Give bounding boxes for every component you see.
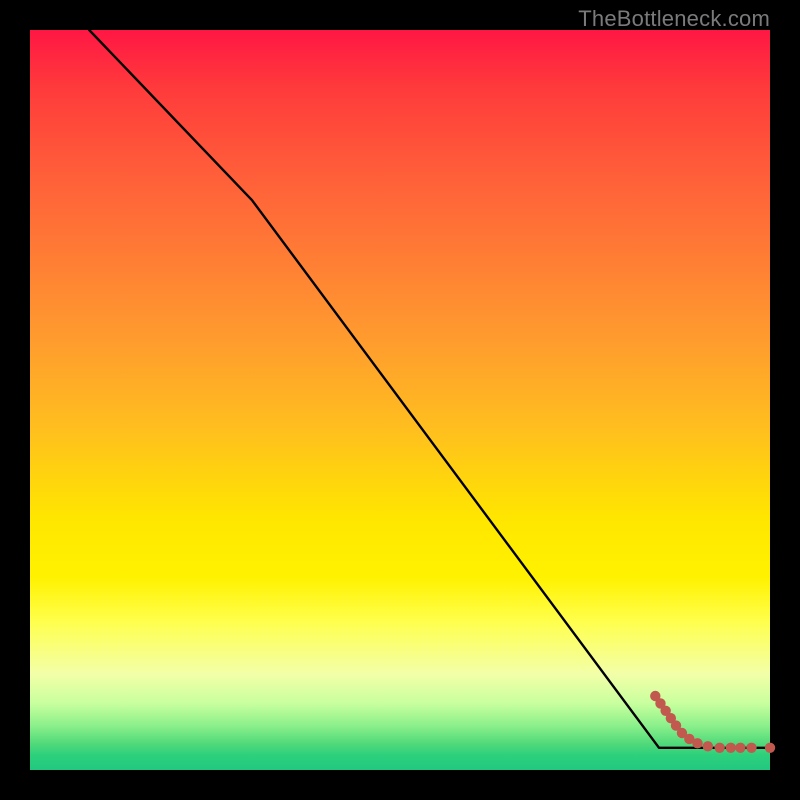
watermark-label: TheBottleneck.com (578, 6, 770, 32)
optimal-marker (735, 743, 745, 753)
optimal-marker (692, 738, 702, 748)
optimal-marker (714, 743, 724, 753)
plot-area (30, 30, 770, 770)
bottleneck-curve (89, 30, 770, 748)
chart-svg (30, 30, 770, 770)
optimal-marker (703, 741, 713, 751)
chart-stage: TheBottleneck.com (0, 0, 800, 800)
optimal-marker (746, 743, 756, 753)
optimal-marker (726, 743, 736, 753)
optimal-markers-group (650, 691, 775, 753)
optimal-marker (765, 743, 775, 753)
